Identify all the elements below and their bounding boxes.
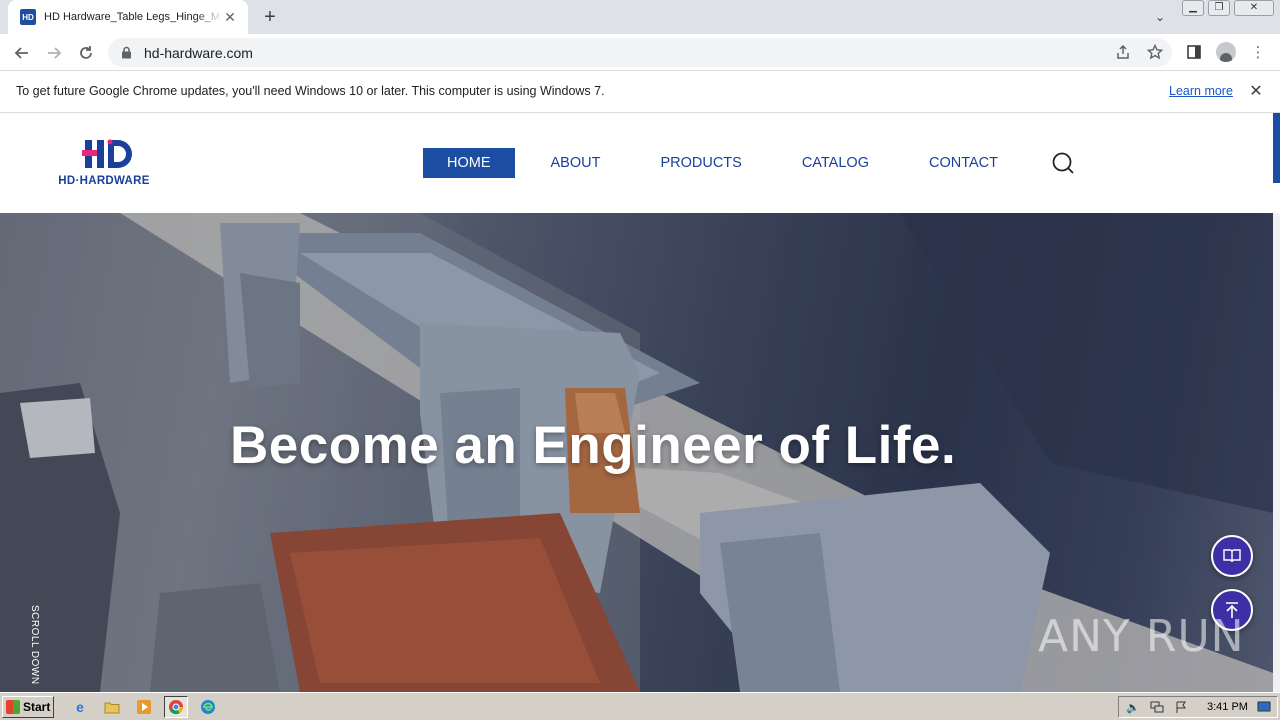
back-arrow-icon[interactable]	[10, 41, 34, 65]
volume-icon[interactable]: 🔈	[1125, 699, 1141, 715]
file-explorer-folder-icon[interactable]	[100, 696, 124, 718]
forward-arrow-icon[interactable]	[42, 41, 66, 65]
nav-catalog[interactable]: CATALOG	[802, 148, 869, 178]
hero-banner: Become an Engineer of Life. SCROLL DOWN …	[0, 213, 1273, 692]
hero-headline: Become an Engineer of Life.	[230, 416, 957, 475]
address-bar[interactable]: hd-hardware.com	[108, 38, 1172, 67]
browser-tab-strip: HD HD Hardware_Table Legs_Hinge_Metal ✕ …	[0, 0, 1280, 34]
search-icon[interactable]	[1051, 151, 1075, 175]
show-desktop-icon[interactable]	[1256, 699, 1272, 715]
windows-taskbar: Start e 🔈 3:41 PM	[0, 692, 1280, 720]
minimize-icon[interactable]: ▁	[1182, 0, 1204, 16]
site-header: HD·HARDWARE HOME ABOUT PRODUCTS CATALOG …	[0, 113, 1273, 213]
tab-close-icon[interactable]: ✕	[222, 9, 238, 25]
infobar-message: To get future Google Chrome updates, you…	[16, 84, 605, 98]
restore-icon[interactable]: ❐	[1208, 0, 1230, 16]
nav-products[interactable]: PRODUCTS	[660, 148, 741, 178]
chrome-taskbar-icon[interactable]	[164, 695, 188, 718]
taskbar-clock[interactable]: 3:41 PM	[1207, 701, 1248, 713]
tab-search-chevron-icon[interactable]: ⌄	[1150, 8, 1170, 26]
lock-icon[interactable]	[120, 46, 132, 60]
infobar-close-icon[interactable]: ✕	[1246, 82, 1266, 102]
browser-tab-active[interactable]: HD HD Hardware_Table Legs_Hinge_Metal ✕	[8, 0, 248, 34]
network-icon[interactable]	[1149, 699, 1165, 715]
logo-wordmark: HD·HARDWARE	[58, 175, 150, 187]
site-favicon-icon: HD	[20, 9, 36, 25]
hd-logo-mark-icon	[82, 139, 132, 168]
window-close-icon[interactable]: ✕	[1234, 0, 1274, 16]
page-scrollbar-thumb[interactable]	[1273, 113, 1280, 183]
learn-more-link[interactable]: Learn more	[1169, 84, 1233, 98]
tab-title: HD Hardware_Table Legs_Hinge_Metal	[44, 11, 222, 23]
quick-launch: e	[68, 695, 220, 718]
url-text: hd-hardware.com	[144, 44, 253, 61]
windows-flag-icon	[6, 699, 20, 714]
reload-icon[interactable]	[74, 41, 98, 65]
start-label: Start	[23, 699, 51, 714]
page-scrollbar-track[interactable]	[1273, 213, 1280, 692]
start-button[interactable]: Start	[2, 695, 54, 718]
site-logo[interactable]: HD·HARDWARE	[42, 138, 166, 190]
anyrun-watermark: ANY RUN	[1038, 611, 1245, 662]
catalog-book-icon[interactable]	[1211, 535, 1253, 577]
bookmark-star-icon[interactable]	[1146, 43, 1164, 61]
side-panel-icon[interactable]	[1182, 40, 1206, 64]
scroll-down-hint[interactable]: SCROLL DOWN	[22, 605, 40, 685]
window-controls: ▁ ❐ ✕	[1182, 0, 1274, 16]
action-center-flag-icon[interactable]	[1173, 699, 1189, 715]
nav-home[interactable]: HOME	[423, 148, 515, 178]
nav-contact[interactable]: CONTACT	[929, 148, 998, 178]
edge-browser-icon[interactable]	[196, 696, 220, 718]
system-tray: 🔈 3:41 PM	[1118, 696, 1278, 718]
new-tab-plus-icon[interactable]: +	[258, 6, 282, 28]
main-nav: HOME ABOUT PRODUCTS CATALOG CONTACT	[423, 148, 998, 178]
nav-about[interactable]: ABOUT	[551, 148, 601, 178]
internet-explorer-icon[interactable]: e	[68, 696, 92, 718]
chrome-menu-icon[interactable]: ⋮	[1246, 40, 1270, 64]
profile-avatar-icon[interactable]	[1214, 40, 1238, 64]
share-icon[interactable]	[1114, 43, 1132, 61]
browser-toolbar: hd-hardware.com ⋮	[0, 34, 1280, 71]
media-player-icon[interactable]	[132, 696, 156, 718]
update-infobar: To get future Google Chrome updates, you…	[0, 71, 1280, 113]
